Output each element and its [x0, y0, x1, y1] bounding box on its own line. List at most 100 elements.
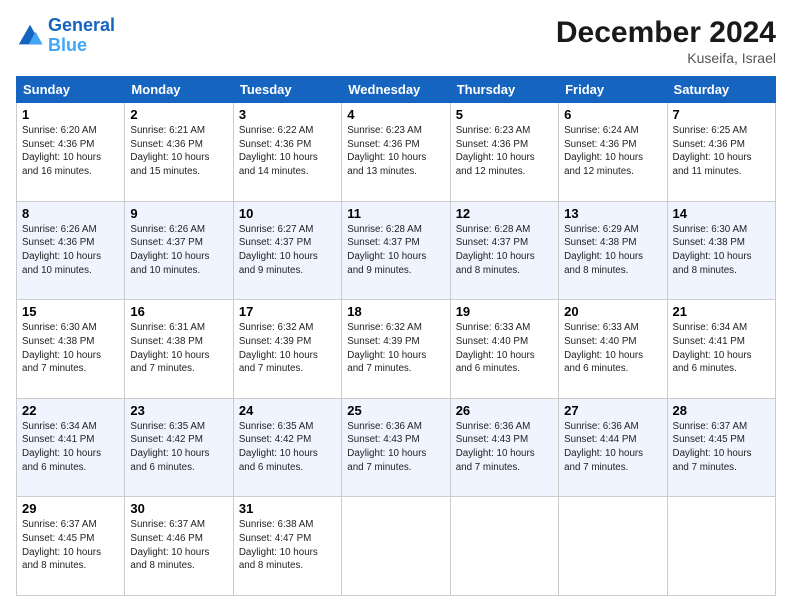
calendar-cell: 4 Sunrise: 6:23 AM Sunset: 4:36 PM Dayli…	[342, 103, 450, 202]
day-number: 11	[347, 206, 444, 221]
day-number: 17	[239, 304, 336, 319]
calendar-header-row: SundayMondayTuesdayWednesdayThursdayFrid…	[17, 77, 776, 103]
day-info: Sunrise: 6:35 AM Sunset: 4:42 PM Dayligh…	[130, 420, 227, 475]
day-number: 18	[347, 304, 444, 319]
calendar-cell: 28 Sunrise: 6:37 AM Sunset: 4:45 PM Dayl…	[667, 398, 775, 497]
calendar-cell: 8 Sunrise: 6:26 AM Sunset: 4:36 PM Dayli…	[17, 201, 125, 300]
col-header-tuesday: Tuesday	[233, 77, 341, 103]
main-title: December 2024	[556, 16, 776, 50]
calendar-cell	[450, 497, 558, 596]
logo: General Blue	[16, 16, 115, 56]
day-info: Sunrise: 6:26 AM Sunset: 4:36 PM Dayligh…	[22, 223, 119, 278]
calendar-cell: 1 Sunrise: 6:20 AM Sunset: 4:36 PM Dayli…	[17, 103, 125, 202]
day-info: Sunrise: 6:34 AM Sunset: 4:41 PM Dayligh…	[22, 420, 119, 475]
day-number: 13	[564, 206, 661, 221]
day-number: 8	[22, 206, 119, 221]
calendar-cell: 17 Sunrise: 6:32 AM Sunset: 4:39 PM Dayl…	[233, 300, 341, 399]
day-number: 25	[347, 403, 444, 418]
day-number: 3	[239, 107, 336, 122]
calendar-cell: 21 Sunrise: 6:34 AM Sunset: 4:41 PM Dayl…	[667, 300, 775, 399]
day-number: 7	[673, 107, 770, 122]
day-info: Sunrise: 6:36 AM Sunset: 4:43 PM Dayligh…	[456, 420, 553, 475]
day-info: Sunrise: 6:25 AM Sunset: 4:36 PM Dayligh…	[673, 124, 770, 179]
day-number: 16	[130, 304, 227, 319]
day-number: 9	[130, 206, 227, 221]
day-info: Sunrise: 6:28 AM Sunset: 4:37 PM Dayligh…	[456, 223, 553, 278]
calendar-cell: 14 Sunrise: 6:30 AM Sunset: 4:38 PM Dayl…	[667, 201, 775, 300]
calendar-cell: 3 Sunrise: 6:22 AM Sunset: 4:36 PM Dayli…	[233, 103, 341, 202]
day-number: 10	[239, 206, 336, 221]
day-number: 27	[564, 403, 661, 418]
calendar-cell: 7 Sunrise: 6:25 AM Sunset: 4:36 PM Dayli…	[667, 103, 775, 202]
day-info: Sunrise: 6:23 AM Sunset: 4:36 PM Dayligh…	[347, 124, 444, 179]
day-number: 6	[564, 107, 661, 122]
day-info: Sunrise: 6:37 AM Sunset: 4:46 PM Dayligh…	[130, 518, 227, 573]
day-info: Sunrise: 6:23 AM Sunset: 4:36 PM Dayligh…	[456, 124, 553, 179]
day-info: Sunrise: 6:32 AM Sunset: 4:39 PM Dayligh…	[347, 321, 444, 376]
calendar-cell: 29 Sunrise: 6:37 AM Sunset: 4:45 PM Dayl…	[17, 497, 125, 596]
calendar-cell: 10 Sunrise: 6:27 AM Sunset: 4:37 PM Dayl…	[233, 201, 341, 300]
calendar-cell: 27 Sunrise: 6:36 AM Sunset: 4:44 PM Dayl…	[559, 398, 667, 497]
day-info: Sunrise: 6:36 AM Sunset: 4:44 PM Dayligh…	[564, 420, 661, 475]
day-number: 20	[564, 304, 661, 319]
day-number: 23	[130, 403, 227, 418]
logo-line1: General	[48, 15, 115, 35]
day-number: 24	[239, 403, 336, 418]
calendar-week-2: 8 Sunrise: 6:26 AM Sunset: 4:36 PM Dayli…	[17, 201, 776, 300]
header: General Blue December 2024 Kuseifa, Isra…	[16, 16, 776, 66]
day-info: Sunrise: 6:38 AM Sunset: 4:47 PM Dayligh…	[239, 518, 336, 573]
calendar-week-4: 22 Sunrise: 6:34 AM Sunset: 4:41 PM Dayl…	[17, 398, 776, 497]
calendar-week-1: 1 Sunrise: 6:20 AM Sunset: 4:36 PM Dayli…	[17, 103, 776, 202]
calendar-cell	[342, 497, 450, 596]
day-info: Sunrise: 6:37 AM Sunset: 4:45 PM Dayligh…	[22, 518, 119, 573]
page: General Blue December 2024 Kuseifa, Isra…	[0, 0, 792, 612]
day-number: 5	[456, 107, 553, 122]
calendar-cell: 16 Sunrise: 6:31 AM Sunset: 4:38 PM Dayl…	[125, 300, 233, 399]
calendar-cell: 18 Sunrise: 6:32 AM Sunset: 4:39 PM Dayl…	[342, 300, 450, 399]
col-header-sunday: Sunday	[17, 77, 125, 103]
calendar-cell: 26 Sunrise: 6:36 AM Sunset: 4:43 PM Dayl…	[450, 398, 558, 497]
day-number: 14	[673, 206, 770, 221]
calendar-cell	[667, 497, 775, 596]
calendar-cell: 22 Sunrise: 6:34 AM Sunset: 4:41 PM Dayl…	[17, 398, 125, 497]
calendar-cell: 13 Sunrise: 6:29 AM Sunset: 4:38 PM Dayl…	[559, 201, 667, 300]
day-info: Sunrise: 6:30 AM Sunset: 4:38 PM Dayligh…	[673, 223, 770, 278]
day-number: 28	[673, 403, 770, 418]
day-info: Sunrise: 6:21 AM Sunset: 4:36 PM Dayligh…	[130, 124, 227, 179]
calendar-table: SundayMondayTuesdayWednesdayThursdayFrid…	[16, 76, 776, 596]
calendar-cell: 20 Sunrise: 6:33 AM Sunset: 4:40 PM Dayl…	[559, 300, 667, 399]
day-info: Sunrise: 6:33 AM Sunset: 4:40 PM Dayligh…	[564, 321, 661, 376]
title-area: December 2024 Kuseifa, Israel	[556, 16, 776, 66]
col-header-monday: Monday	[125, 77, 233, 103]
day-info: Sunrise: 6:27 AM Sunset: 4:37 PM Dayligh…	[239, 223, 336, 278]
calendar-cell: 30 Sunrise: 6:37 AM Sunset: 4:46 PM Dayl…	[125, 497, 233, 596]
day-number: 2	[130, 107, 227, 122]
calendar-cell: 23 Sunrise: 6:35 AM Sunset: 4:42 PM Dayl…	[125, 398, 233, 497]
calendar-cell: 15 Sunrise: 6:30 AM Sunset: 4:38 PM Dayl…	[17, 300, 125, 399]
logo-text: General Blue	[48, 16, 115, 56]
day-number: 12	[456, 206, 553, 221]
col-header-wednesday: Wednesday	[342, 77, 450, 103]
calendar-cell: 24 Sunrise: 6:35 AM Sunset: 4:42 PM Dayl…	[233, 398, 341, 497]
day-number: 21	[673, 304, 770, 319]
day-number: 31	[239, 501, 336, 516]
day-number: 30	[130, 501, 227, 516]
day-number: 19	[456, 304, 553, 319]
day-info: Sunrise: 6:30 AM Sunset: 4:38 PM Dayligh…	[22, 321, 119, 376]
calendar-cell: 12 Sunrise: 6:28 AM Sunset: 4:37 PM Dayl…	[450, 201, 558, 300]
day-info: Sunrise: 6:20 AM Sunset: 4:36 PM Dayligh…	[22, 124, 119, 179]
day-info: Sunrise: 6:29 AM Sunset: 4:38 PM Dayligh…	[564, 223, 661, 278]
subtitle: Kuseifa, Israel	[556, 50, 776, 66]
day-info: Sunrise: 6:26 AM Sunset: 4:37 PM Dayligh…	[130, 223, 227, 278]
day-info: Sunrise: 6:32 AM Sunset: 4:39 PM Dayligh…	[239, 321, 336, 376]
day-info: Sunrise: 6:35 AM Sunset: 4:42 PM Dayligh…	[239, 420, 336, 475]
day-info: Sunrise: 6:37 AM Sunset: 4:45 PM Dayligh…	[673, 420, 770, 475]
day-number: 1	[22, 107, 119, 122]
col-header-friday: Friday	[559, 77, 667, 103]
logo-line2: Blue	[48, 35, 87, 55]
day-info: Sunrise: 6:31 AM Sunset: 4:38 PM Dayligh…	[130, 321, 227, 376]
calendar-cell: 31 Sunrise: 6:38 AM Sunset: 4:47 PM Dayl…	[233, 497, 341, 596]
col-header-thursday: Thursday	[450, 77, 558, 103]
day-number: 15	[22, 304, 119, 319]
day-info: Sunrise: 6:34 AM Sunset: 4:41 PM Dayligh…	[673, 321, 770, 376]
